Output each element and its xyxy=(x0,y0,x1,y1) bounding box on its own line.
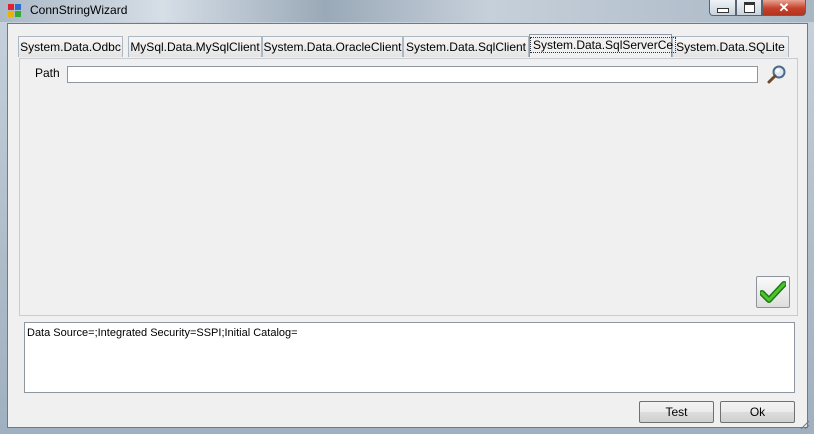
apply-button[interactable] xyxy=(756,276,790,308)
resize-grip-icon[interactable] xyxy=(800,420,810,430)
tab-sqlserverce[interactable]: System.Data.SqlServerCe xyxy=(529,34,677,57)
tab-panel xyxy=(19,58,798,316)
tab-label: MySql.Data.MySqlClient xyxy=(130,40,260,54)
app-icon xyxy=(8,4,22,18)
ok-button[interactable]: Ok xyxy=(720,401,795,423)
checkmark-icon xyxy=(760,281,786,303)
magnifier-icon xyxy=(767,65,786,84)
maximize-icon xyxy=(743,2,755,13)
tab-label: System.Data.Odbc xyxy=(20,40,121,54)
path-input[interactable] xyxy=(67,66,758,83)
tab-label: System.Data.OracleClient xyxy=(263,40,402,54)
tab-oracle[interactable]: System.Data.OracleClient xyxy=(262,36,403,57)
connection-string-textbox[interactable]: Data Source=;Integrated Security=SSPI;In… xyxy=(24,322,795,393)
path-label: Path xyxy=(35,66,60,80)
window-title: ConnStringWizard xyxy=(30,3,128,17)
tab-label: System.Data.SQLite xyxy=(676,40,785,54)
tab-label: System.Data.SqlServerCe xyxy=(530,37,677,53)
browse-button[interactable] xyxy=(766,65,788,85)
minimize-icon xyxy=(716,8,729,13)
tab-sqlclient[interactable]: System.Data.SqlClient xyxy=(403,36,529,57)
tab-mysql[interactable]: MySql.Data.MySqlClient xyxy=(128,36,262,57)
window-frame: ConnStringWizard ✕ System.Data.Odbc MySq… xyxy=(0,0,814,434)
close-button[interactable]: ✕ xyxy=(762,0,806,16)
title-bar[interactable]: ConnStringWizard ✕ xyxy=(0,0,814,22)
tab-odbc[interactable]: System.Data.Odbc xyxy=(18,36,123,57)
close-icon: ✕ xyxy=(778,0,790,15)
maximize-button[interactable] xyxy=(736,0,762,16)
tab-sqlite[interactable]: System.Data.SQLite xyxy=(672,36,789,57)
test-button[interactable]: Test xyxy=(639,401,714,423)
tab-label: System.Data.SqlClient xyxy=(405,40,527,54)
minimize-button[interactable] xyxy=(709,0,736,16)
